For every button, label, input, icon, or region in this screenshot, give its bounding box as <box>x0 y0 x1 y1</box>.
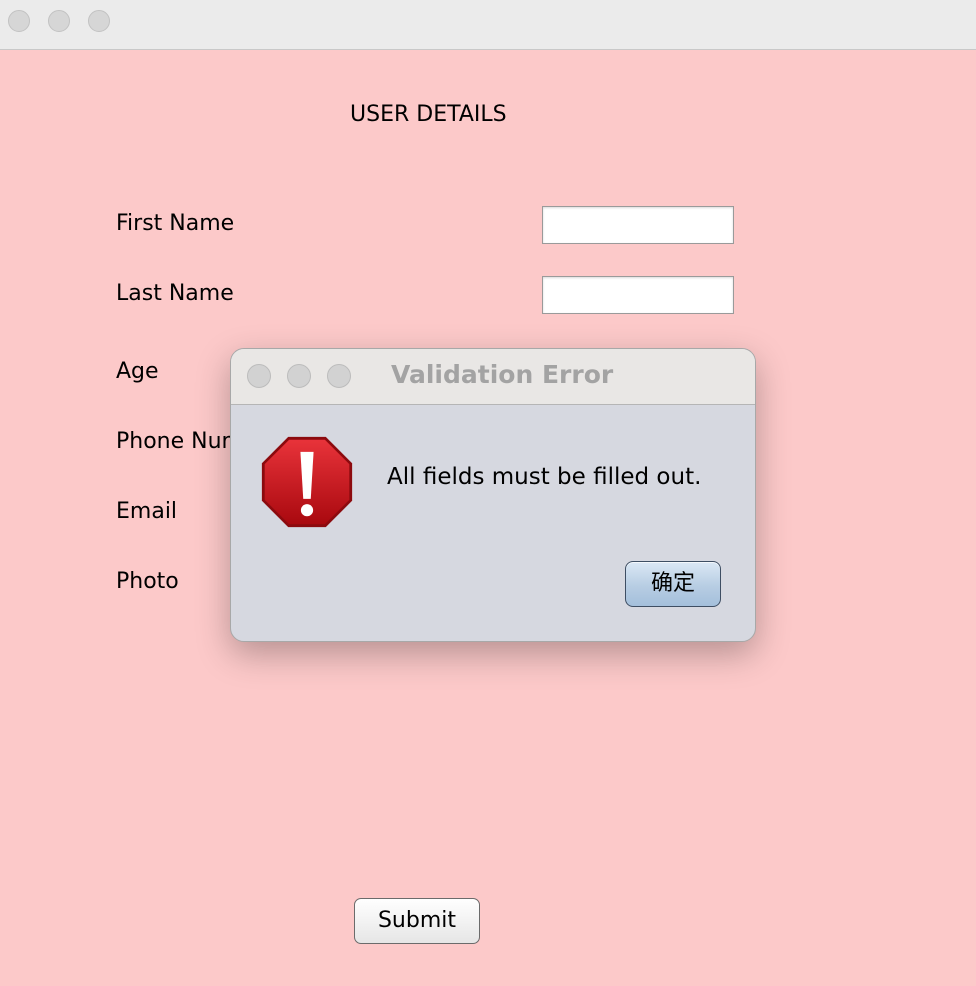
age-label: Age <box>116 359 159 384</box>
submit-button[interactable]: Submit <box>354 898 480 944</box>
last-name-field[interactable] <box>542 276 734 314</box>
email-label: Email <box>116 499 178 524</box>
window-minimize-button[interactable] <box>48 10 70 32</box>
last-name-label: Last Name <box>116 281 234 306</box>
first-name-field[interactable] <box>542 206 734 244</box>
dialog-message: All fields must be filled out. <box>387 464 702 490</box>
dialog-title: Validation Error <box>391 360 614 389</box>
form-title: USER DETAILS <box>350 102 507 127</box>
window-titlebar <box>0 0 976 50</box>
error-stop-icon <box>261 436 353 528</box>
window-close-button[interactable] <box>8 10 30 32</box>
photo-label: Photo <box>116 569 179 594</box>
dialog-titlebar: Validation Error <box>231 349 755 405</box>
dialog-minimize-button[interactable] <box>287 364 311 388</box>
ok-button[interactable]: 确定 <box>625 561 721 607</box>
dialog-close-button[interactable] <box>247 364 271 388</box>
validation-error-dialog: Validation Error All fields must be fill… <box>230 348 756 642</box>
dialog-zoom-button[interactable] <box>327 364 351 388</box>
window-zoom-button[interactable] <box>88 10 110 32</box>
first-name-label: First Name <box>116 211 235 236</box>
